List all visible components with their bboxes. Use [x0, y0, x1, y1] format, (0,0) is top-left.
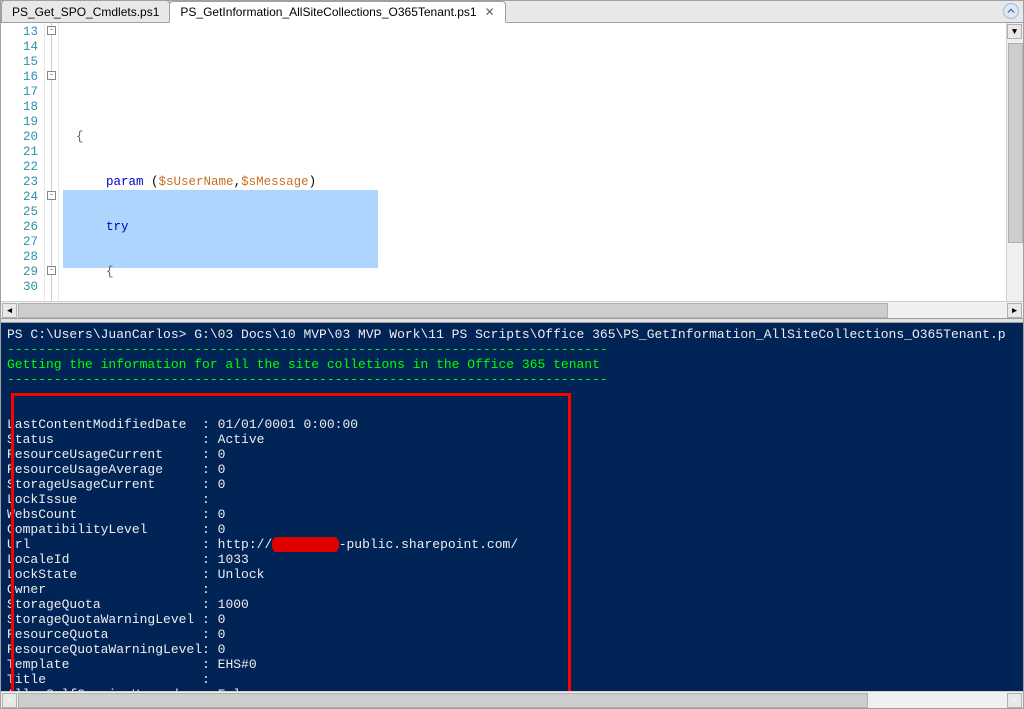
output-row: StorageQuota : 1000: [7, 597, 1017, 612]
output-row: Status : Active: [7, 432, 1017, 447]
output-row: Title :: [7, 672, 1017, 687]
scrollbar-thumb[interactable]: [18, 693, 868, 708]
scrollbar-thumb[interactable]: [18, 303, 888, 318]
scroll-right-icon[interactable]: ▸: [1007, 693, 1022, 708]
output-row: Template : EHS#0: [7, 657, 1017, 672]
tab-label: PS_Get_SPO_Cmdlets.ps1: [12, 5, 159, 19]
scroll-left-icon[interactable]: ◂: [2, 693, 17, 708]
fold-toggle[interactable]: -: [47, 71, 56, 80]
scroll-right-icon[interactable]: ▸: [1007, 303, 1022, 318]
console-prompt: PS C:\Users\JuanCarlos> G:\03 Docs\10 MV…: [7, 327, 1017, 342]
fold-toggle[interactable]: -: [47, 191, 56, 200]
tab-strip: PS_Get_SPO_Cmdlets.ps1 PS_GetInformation…: [1, 1, 1023, 23]
output-row: LastContentModifiedDate : 01/01/0001 0:0…: [7, 417, 1017, 432]
code-editor[interactable]: 13141516 17181920 21222324 25262728 2930…: [1, 23, 1023, 301]
output-row: Owner :: [7, 582, 1017, 597]
editor-vertical-scrollbar[interactable]: ▴ ▾: [1006, 23, 1023, 301]
console-output[interactable]: PS C:\Users\JuanCarlos> G:\03 Docs\10 MV…: [1, 323, 1023, 708]
output-row: ResourceUsageAverage : 0: [7, 462, 1017, 477]
tab-file-2[interactable]: PS_GetInformation_AllSiteCollections_O36…: [169, 1, 505, 23]
scroll-down-icon[interactable]: ▾: [1007, 24, 1022, 39]
output-row: CompatibilityLevel : 0: [7, 522, 1017, 537]
output-row: ResourceQuotaWarningLevel: 0: [7, 642, 1017, 657]
line-number-gutter: 13141516 17181920 21222324 25262728 2930: [1, 23, 45, 301]
redacted-text: ████████: [272, 537, 338, 552]
output-row: LockState : Unlock: [7, 567, 1017, 582]
console-line: ----------------------------------------…: [7, 372, 1017, 387]
fold-toggle[interactable]: -: [47, 266, 56, 275]
tab-label: PS_GetInformation_AllSiteCollections_O36…: [180, 5, 476, 19]
tab-file-1[interactable]: PS_Get_SPO_Cmdlets.ps1: [1, 0, 170, 22]
console-line: Getting the information for all the site…: [7, 357, 1017, 372]
output-row: LockIssue :: [7, 492, 1017, 507]
output-row: StorageQuotaWarningLevel : 0: [7, 612, 1017, 627]
output-row: StorageUsageCurrent : 0: [7, 477, 1017, 492]
editor-horizontal-scrollbar[interactable]: ◂ ▸: [1, 301, 1023, 318]
code-content[interactable]: { param ($sUserName,$sMessage) try { Wri…: [59, 23, 1023, 301]
fold-gutter: - - - -: [45, 23, 59, 301]
close-icon[interactable]: ✕: [485, 5, 495, 19]
console-horizontal-scrollbar[interactable]: ◂ ▸: [1, 691, 1023, 708]
console-line: ----------------------------------------…: [7, 342, 1017, 357]
output-row: WebsCount : 0: [7, 507, 1017, 522]
output-row: Url : http://████████-public.sharepoint.…: [7, 537, 1017, 552]
fold-toggle[interactable]: -: [47, 26, 56, 35]
scroll-left-icon[interactable]: ◂: [2, 303, 17, 318]
output-row: ResourceQuota : 0: [7, 627, 1017, 642]
chevron-up-icon[interactable]: [1003, 3, 1019, 19]
output-row: LocaleId : 1033: [7, 552, 1017, 567]
output-row: ResourceUsageCurrent : 0: [7, 447, 1017, 462]
